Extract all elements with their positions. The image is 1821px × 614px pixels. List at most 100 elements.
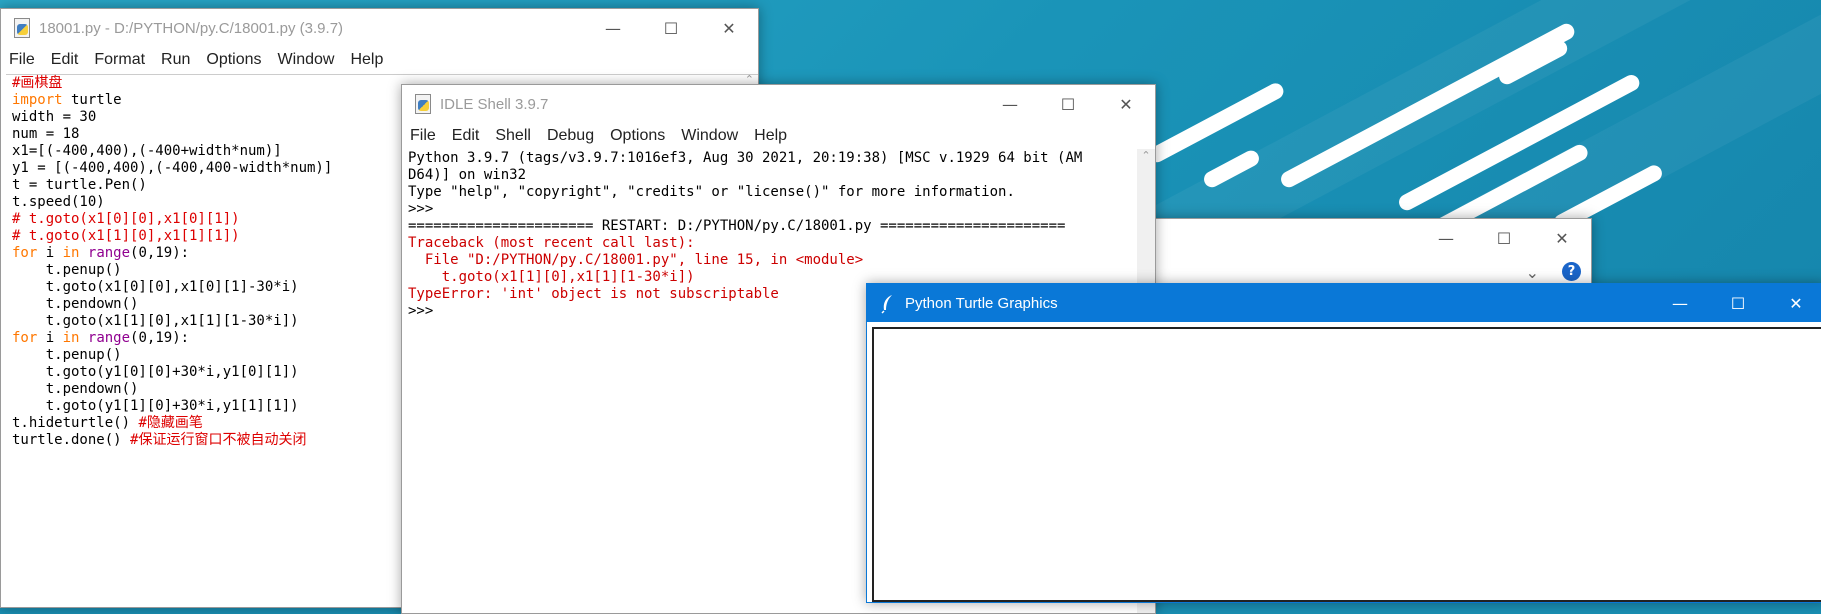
code-token: x1=[(-400,400),(-400+width*num)] xyxy=(12,143,282,159)
code-line: >>> xyxy=(408,201,1082,218)
code-token: t.penup() xyxy=(12,262,122,278)
code-token: t.penup() xyxy=(12,347,122,363)
code-token: Python 3.9.7 (tags/v3.9.7:1016ef3, Aug 3… xyxy=(408,150,1083,166)
turtle-titlebar[interactable]: Python Turtle Graphics — ☐ ✕ xyxy=(867,284,1821,322)
code-token: #画棋盘 xyxy=(12,75,63,91)
code-token: (0,19): xyxy=(130,245,190,261)
code-token: num = 18 xyxy=(12,126,80,142)
code-line: Traceback (most recent call last): xyxy=(408,235,1082,252)
maximize-button[interactable]: ☐ xyxy=(1039,85,1097,123)
minimize-button[interactable]: — xyxy=(584,9,642,47)
shell-titlebar[interactable]: IDLE Shell 3.9.7 — ☐ ✕ xyxy=(402,85,1155,123)
code-token: import xyxy=(12,92,63,108)
code-line: t = turtle.Pen() xyxy=(12,177,332,194)
code-line: t.pendown() xyxy=(12,296,332,313)
code-token: File "D:/PYTHON/py.C/18001.py", line 15,… xyxy=(408,252,864,268)
code-token: TypeError: 'int' object is not subscript… xyxy=(408,286,779,302)
code-token: ====================== RESTART: D:/PYTHO… xyxy=(408,218,1066,234)
code-line: import turtle xyxy=(12,92,332,109)
maximize-button[interactable]: ☐ xyxy=(1475,219,1533,257)
code-token: y1 = [(-400,400),(-400,400-width*num)] xyxy=(12,160,333,176)
code-token: t.goto(x1[1][0],x1[1][1-30*i]) xyxy=(12,313,299,329)
minimize-button[interactable]: — xyxy=(981,85,1039,123)
menu-file[interactable]: File xyxy=(402,127,444,145)
code-token: range xyxy=(87,330,131,346)
menu-edit[interactable]: Edit xyxy=(444,127,488,145)
code-line: t.goto(y1[1][0]+30*i,y1[1][1]) xyxy=(12,398,332,415)
code-line: File "D:/PYTHON/py.C/18001.py", line 15,… xyxy=(408,252,1082,269)
code-token: (0,19): xyxy=(130,330,190,346)
code-line: turtle.done() #保证运行窗口不被自动关闭 xyxy=(12,432,332,449)
code-token: width = 30 xyxy=(12,109,97,125)
code-token: t.pendown() xyxy=(12,296,139,312)
menu-options[interactable]: Options xyxy=(198,51,269,69)
menu-debug[interactable]: Debug xyxy=(539,127,602,145)
menu-shell[interactable]: Shell xyxy=(487,127,539,145)
code-line: for i in range(0,19): xyxy=(12,245,332,262)
code-line: for i in range(0,19): xyxy=(12,330,332,347)
code-token: i xyxy=(37,245,63,261)
menu-run[interactable]: Run xyxy=(153,51,198,69)
code-line: Type "help", "copyright", "credits" or "… xyxy=(408,184,1082,201)
background-window[interactable]: — ☐ ✕ ⌄ ? xyxy=(1100,218,1592,288)
turtle-title: Python Turtle Graphics xyxy=(905,294,1058,312)
help-icon[interactable]: ? xyxy=(1562,262,1581,281)
code-line: # t.goto(x1[1][0],x1[1][1]) xyxy=(12,228,332,245)
menu-edit[interactable]: Edit xyxy=(43,51,87,69)
close-button[interactable]: ✕ xyxy=(1097,85,1155,123)
code-line: y1 = [(-400,400),(-400,400-width*num)] xyxy=(12,160,332,177)
menu-options[interactable]: Options xyxy=(602,127,673,145)
code-line: t.hideturtle() #隐藏画笔 xyxy=(12,415,332,432)
chevron-down-icon[interactable]: ⌄ xyxy=(1526,263,1539,282)
code-token: t.goto(y1[0][0]+30*i,y1[0][1]) xyxy=(12,364,299,380)
code-line: t.pendown() xyxy=(12,381,332,398)
maximize-button[interactable]: ☐ xyxy=(1709,284,1767,322)
code-token: #保证运行窗口不被自动关闭 xyxy=(130,432,307,448)
feather-icon xyxy=(877,292,899,314)
minimize-button[interactable]: — xyxy=(1651,284,1709,322)
code-token: t.goto(x1[1][0],x1[1][1-30*i]) xyxy=(408,269,695,285)
shell-title: IDLE Shell 3.9.7 xyxy=(440,95,549,113)
code-token: in xyxy=(62,245,80,261)
menu-help[interactable]: Help xyxy=(746,127,795,145)
code-token: for xyxy=(12,330,38,346)
menu-window[interactable]: Window xyxy=(673,127,746,145)
code-token: t.goto(y1[1][0]+30*i,y1[1][1]) xyxy=(12,398,299,414)
editor-titlebar[interactable]: 18001.py - D:/PYTHON/py.C/18001.py (3.9.… xyxy=(1,9,758,47)
code-line: width = 30 xyxy=(12,109,332,126)
close-button[interactable]: ✕ xyxy=(1767,284,1821,322)
close-button[interactable]: ✕ xyxy=(700,9,758,47)
menu-help[interactable]: Help xyxy=(342,51,391,69)
code-line: ====================== RESTART: D:/PYTHO… xyxy=(408,218,1082,235)
code-line: num = 18 xyxy=(12,126,332,143)
turtle-window[interactable]: Python Turtle Graphics — ☐ ✕ xyxy=(866,283,1821,603)
close-button[interactable]: ✕ xyxy=(1533,219,1591,257)
code-token: t.hideturtle() xyxy=(12,415,139,431)
code-token: in xyxy=(62,330,80,346)
code-token: t = turtle.Pen() xyxy=(12,177,147,193)
background-window-titlebar[interactable]: — ☐ ✕ xyxy=(1101,219,1591,259)
scroll-up-icon[interactable]: ⌃ xyxy=(1137,149,1155,162)
minimize-button[interactable]: — xyxy=(1417,219,1475,257)
menu-file[interactable]: File xyxy=(1,51,43,69)
code-token: >>> xyxy=(408,303,442,319)
menu-window[interactable]: Window xyxy=(270,51,343,69)
code-token: Type "help", "copyright", "credits" or "… xyxy=(408,184,1015,200)
turtle-canvas[interactable] xyxy=(872,327,1821,602)
python-file-icon xyxy=(11,17,33,39)
code-editor[interactable]: #画棋盘 import turtle width = 30 num = 18 x1=[(… xyxy=(12,75,332,449)
code-line: t.goto(x1[0][0],x1[0][1]-30*i) xyxy=(12,279,332,296)
code-token: i xyxy=(37,330,63,346)
code-line: Python 3.9.7 (tags/v3.9.7:1016ef3, Aug 3… xyxy=(408,150,1082,167)
code-token: # t.goto(x1[0][0],x1[0][1]) xyxy=(12,211,240,227)
code-line: t.goto(x1[1][0],x1[1][1-30*i]) xyxy=(12,313,332,330)
code-token: for xyxy=(12,245,38,261)
code-token: t.goto(x1[0][0],x1[0][1]-30*i) xyxy=(12,279,299,295)
code-line: t.penup() xyxy=(12,262,332,279)
code-token: # t.goto(x1[1][0],x1[1][1]) xyxy=(12,228,240,244)
menu-format[interactable]: Format xyxy=(86,51,153,69)
code-line: t.goto(y1[0][0]+30*i,y1[0][1]) xyxy=(12,364,332,381)
maximize-button[interactable]: ☐ xyxy=(642,9,700,47)
